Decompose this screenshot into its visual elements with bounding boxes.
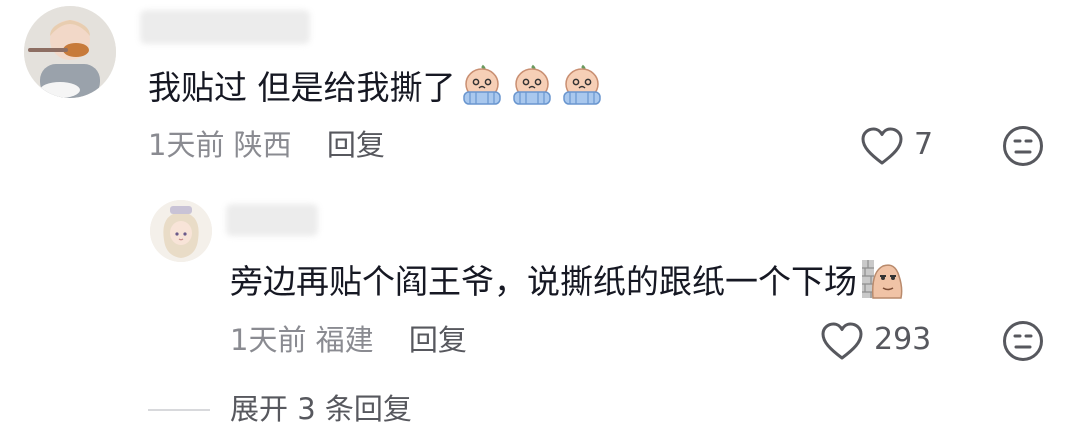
replier-name[interactable]: [226, 204, 318, 236]
reply-meta: 1天前 福建 回复: [230, 322, 467, 358]
replier-avatar[interactable]: [150, 200, 212, 262]
reply-text: 旁边再贴个阎王爷，说撕纸的跟纸一个下场: [230, 262, 857, 301]
reply-time: 1天前: [230, 323, 307, 357]
crying-face-emoji: [560, 64, 604, 115]
expand-divider: [148, 409, 210, 411]
comment-text: 我贴过 但是给我撕了: [148, 68, 456, 107]
reply-dislike-face-icon[interactable]: [1002, 320, 1044, 362]
comment-location: 陕西: [233, 128, 292, 162]
peeking-face-emoji: [861, 258, 905, 309]
crying-face-emoji: [460, 64, 504, 115]
heart-icon: [821, 322, 863, 360]
reply-reply-button[interactable]: 回复: [409, 323, 467, 357]
crying-face-emoji: [510, 64, 554, 115]
like-button[interactable]: 7: [860, 125, 940, 169]
comment-content: 我贴过 但是给我撕了: [148, 64, 604, 115]
dislike-face-icon[interactable]: [1002, 125, 1044, 167]
reply-like-button[interactable]: 293: [820, 320, 940, 364]
like-count: 7: [914, 127, 934, 162]
reply-location: 福建: [315, 323, 374, 357]
comment-meta: 1天前 陕西 回复: [148, 127, 385, 163]
commenter-avatar[interactable]: [24, 6, 116, 98]
heart-icon: [861, 127, 903, 165]
commenter-name[interactable]: [140, 10, 310, 44]
reply-content: 旁边再贴个阎王爷，说撕纸的跟纸一个下场: [230, 258, 905, 309]
expand-replies-button[interactable]: 展开 3 条回复: [230, 390, 412, 428]
reply-like-count: 293: [874, 322, 932, 357]
reply-button[interactable]: 回复: [327, 128, 385, 162]
comment-time: 1天前: [148, 128, 225, 162]
